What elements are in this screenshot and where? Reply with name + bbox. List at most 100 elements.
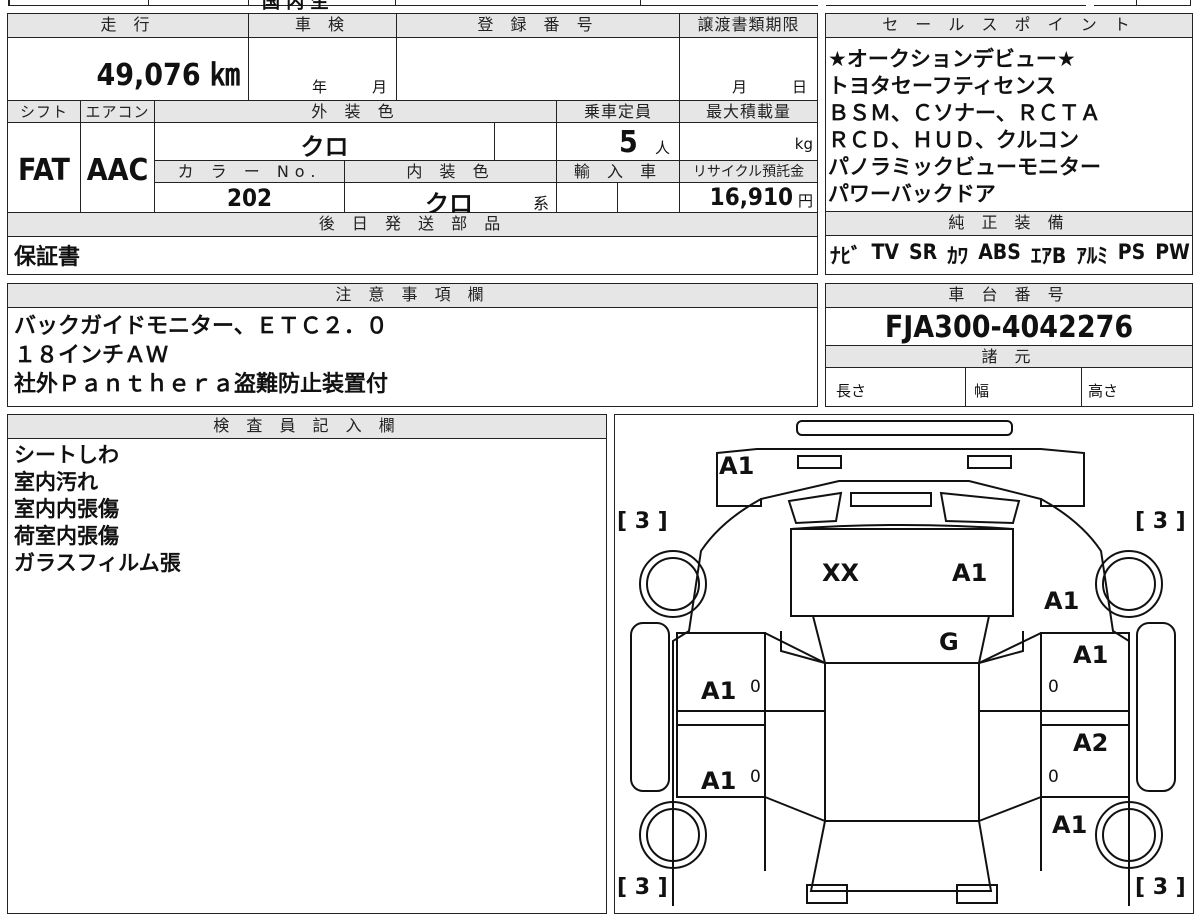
inspection-month: 月	[372, 78, 388, 96]
mark-left-rear-door: A1	[701, 677, 737, 705]
mark-right-front-door: A2	[1073, 729, 1109, 757]
notes-list: バックガイドモニター、ＥＴＣ２．０ １８インチＡＷ 社外Ｐａｎｔｈｅｒａ盗難防止…	[14, 312, 388, 399]
later-parts-header: 後 日 発 送 部 品	[8, 213, 817, 237]
inspector-list: シートしわ 室内汚れ 室内内張傷 荷室内張傷 ガラスフィルム張	[14, 442, 181, 577]
recycle-value-cell: 16,910 円	[680, 183, 817, 213]
sales-point-line: ＲＣＤ、ＨＵＤ、クルコン	[828, 128, 1079, 152]
chassis-value: FJA300-4042276	[826, 308, 1192, 346]
interior-color-cell: クロ 系	[345, 183, 557, 218]
notes-line: バックガイドモニター、ＥＴＣ２．０	[14, 314, 388, 339]
mark-roof-right: A1	[952, 559, 988, 587]
inspector-line: シートしわ	[14, 443, 119, 467]
sales-points-list: ★オークションデビュー★ トヨタセーフティセンス ＢＳＭ、Ｃソナー、ＲＣＴＡ Ｒ…	[828, 46, 1101, 208]
equipment-item: TV	[871, 240, 900, 264]
import-value-a	[557, 183, 618, 213]
tire-bottom-left: [ 3 ]	[617, 875, 668, 900]
capacity-header: 乗車定員	[557, 101, 680, 123]
inspector-line: ガラスフィルム張	[14, 551, 181, 575]
exterior-color-extra	[495, 123, 557, 161]
notes-header: 注 意 事 項 欄	[8, 284, 817, 308]
aircon-header: エアコン	[81, 101, 155, 123]
spec-length-label: 長さ	[836, 382, 867, 400]
import-header: 輸 入 車	[557, 161, 680, 183]
sales-point-line: パノラミックビューモニター	[828, 155, 1101, 179]
car-diagram-panel: A1 XX A1 A1 G A1 A1 A2 A1 A1 0 0 0 0 [ 3…	[614, 414, 1194, 914]
tire-bottom-right: [ 3 ]	[1135, 875, 1186, 900]
tire-top-right: [ 3 ]	[1135, 509, 1186, 534]
sales-point-line: パワーバックドア	[828, 182, 996, 206]
specs-header: 諸 元	[826, 346, 1192, 368]
shift-header: シフト	[8, 101, 81, 123]
spec-height-label: 高さ	[1088, 382, 1119, 400]
inspection-header: 車 検	[249, 14, 397, 38]
color-no-header: カ ラ ー No.	[155, 161, 345, 183]
equipment-item: ｱﾙﾐ	[1076, 244, 1108, 268]
notes-line: 社外Ｐａｎｔｈｅｒａ盗難防止装置付	[14, 372, 389, 397]
spec-height-cell: 高さ	[1082, 368, 1192, 406]
exterior-color-header: 外 装 色	[155, 101, 557, 123]
sales-point-line: ★オークションデビュー★	[828, 47, 1076, 71]
inspector-header: 検 査 員 記 入 欄	[8, 415, 606, 439]
interior-color-header: 内 装 色	[345, 161, 557, 183]
equipment-item: ｴｱB	[1030, 244, 1067, 268]
sales-points-header: セ ー ル ス ポ イ ン ト	[826, 14, 1192, 38]
max-load-unit: kg	[794, 135, 813, 153]
mark-right-front-fender: A1	[1052, 811, 1088, 839]
chassis-panel: 車 台 番 号 FJA300-4042276 諸 元 長さ 幅 高さ	[825, 283, 1193, 407]
zero-left-front: 0	[750, 767, 761, 787]
transfer-deadline-header: 譲渡書類期限	[680, 14, 817, 38]
transfer-month: 月	[732, 78, 748, 96]
equipment-item: ﾅﾋﾞ	[830, 244, 862, 268]
chassis-header: 車 台 番 号	[826, 284, 1192, 308]
inspector-line: 室内汚れ	[14, 470, 98, 494]
recycle-header: リサイクル預託金	[680, 161, 817, 183]
recycle-value: 16,910	[709, 183, 793, 211]
sales-point-line: トヨタセーフティセンス	[828, 74, 1057, 98]
mark-right-rear-fender: A1	[1044, 587, 1080, 615]
equipment-item: ｶﾜ	[947, 244, 969, 268]
equipment-item: ABS	[978, 240, 1021, 264]
zero-right-rear: 0	[1048, 677, 1059, 697]
spec-length-cell: 長さ	[826, 368, 966, 406]
transfer-day: 日	[792, 78, 808, 96]
equipment-item: PW	[1155, 240, 1190, 264]
exterior-color-value: クロ	[155, 123, 495, 161]
inspector-panel: 検 査 員 記 入 欄 シートしわ 室内汚れ 室内内張傷 荷室内張傷 ガラスフィ…	[7, 414, 607, 914]
top-strip-text: 国 内 生	[262, 0, 329, 13]
shift-value: FAT	[8, 123, 81, 213]
vehicle-info-table: 走 行 車 検 登 録 番 号 譲渡書類期限 49,076 ㎞ 年 月 月 日 …	[7, 13, 818, 275]
tire-top-left: [ 3 ]	[617, 509, 668, 534]
inspector-line: 荷室内張傷	[14, 524, 119, 548]
aircon-value: AAC	[81, 123, 155, 213]
capacity-value: 5	[619, 125, 638, 160]
interior-color-suffix: 系	[533, 194, 550, 213]
recycle-unit: 円	[797, 192, 813, 210]
color-no-value: 202	[155, 183, 345, 213]
import-value-b	[618, 183, 680, 213]
max-load-value-cell: kg	[680, 123, 817, 161]
sales-points-panel: セ ー ル ス ポ イ ン ト ★オークションデビュー★ トヨタセーフティセンス…	[825, 13, 1193, 212]
mark-windshield: G	[939, 628, 959, 656]
max-load-header: 最大積載量	[680, 101, 817, 123]
capacity-unit: 人	[655, 139, 671, 157]
mileage-header: 走 行	[8, 14, 249, 38]
equipment-item: SR	[909, 240, 938, 264]
sales-point-line: ＢＳＭ、Ｃソナー、ＲＣＴＡ	[828, 101, 1101, 125]
notes-panel: 注 意 事 項 欄 バックガイドモニター、ＥＴＣ２．０ １８インチＡＷ 社外Ｐａ…	[7, 283, 818, 407]
spec-width-cell: 幅	[966, 368, 1082, 406]
capacity-value-cell: 5 人	[557, 123, 680, 161]
equipment-panel: 純 正 装 備 ﾅﾋﾞ TV SR ｶﾜ ABS ｴｱB ｱﾙﾐ PS PW	[825, 211, 1193, 275]
inspection-value: 年 月	[249, 38, 397, 101]
mileage-value: 49,076 ㎞	[8, 38, 249, 101]
inspection-year: 年	[312, 78, 328, 96]
mark-left-front-door: A1	[701, 767, 737, 795]
zero-left-rear: 0	[750, 677, 761, 697]
mark-right-rear-door: A1	[1073, 641, 1109, 669]
inspector-line: 室内内張傷	[14, 497, 119, 521]
equipment-item: PS	[1117, 240, 1146, 264]
spec-width-label: 幅	[974, 382, 990, 400]
zero-right-front: 0	[1048, 767, 1059, 787]
mark-roof-left: XX	[822, 559, 860, 587]
registration-value	[397, 38, 680, 101]
transfer-deadline-value: 月 日	[680, 38, 817, 101]
